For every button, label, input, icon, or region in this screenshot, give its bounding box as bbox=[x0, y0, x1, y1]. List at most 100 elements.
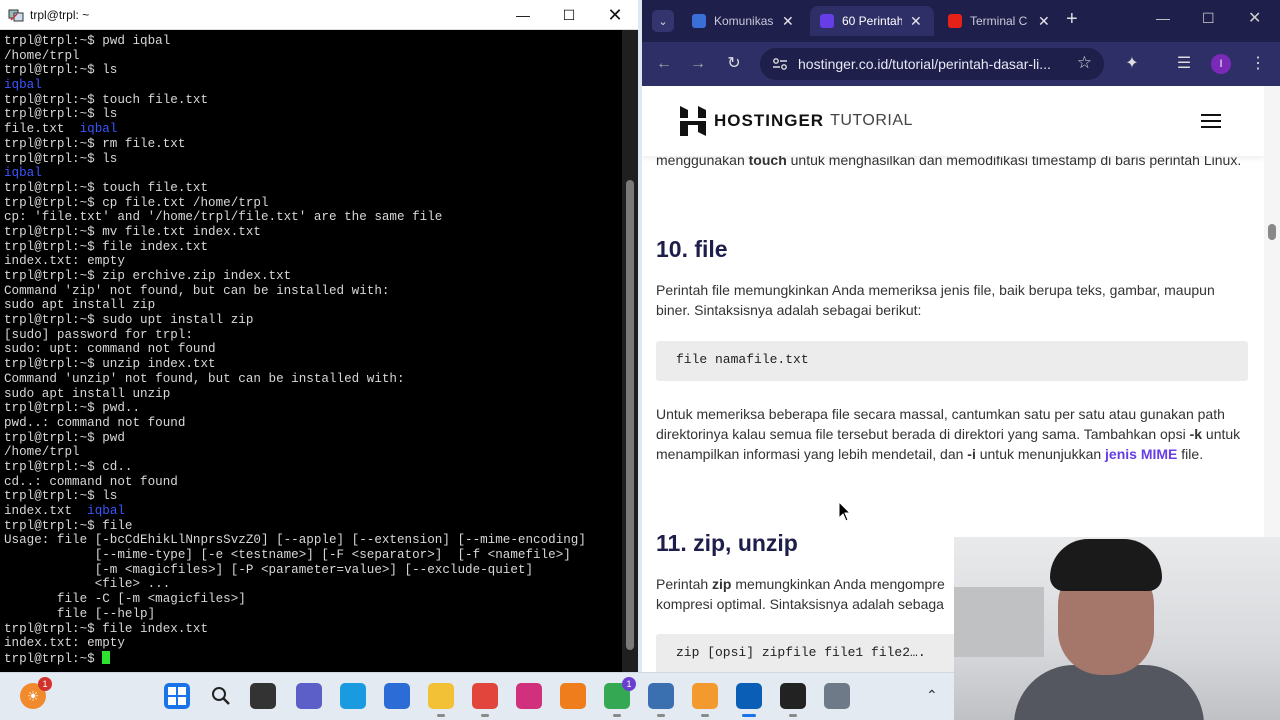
chrome-profile-button[interactable]: 1 bbox=[604, 677, 636, 717]
url-text[interactable]: hostinger.co.id/tutorial/perintah-dasar-… bbox=[798, 56, 1068, 72]
media-control-icon[interactable]: ☰ bbox=[1174, 54, 1194, 74]
xampp-button[interactable] bbox=[560, 683, 586, 709]
tab-search-icon[interactable]: ⌄ bbox=[652, 10, 674, 32]
site-info-icon[interactable] bbox=[772, 57, 788, 71]
terminal-line-text: trpl@trpl:~$ touch file.txt bbox=[4, 92, 209, 107]
task-view-button[interactable] bbox=[250, 683, 276, 709]
browser-tab[interactable]: Komunikasi ✕ bbox=[682, 6, 806, 36]
terminal-scrollbar[interactable] bbox=[622, 30, 638, 672]
terminal-line-text: trpl@trpl:~$ ls bbox=[4, 63, 118, 78]
terminal-line: trpl@trpl:~$ ls bbox=[4, 63, 622, 78]
terminal-line: trpl@trpl:~$ ls bbox=[4, 107, 622, 122]
forward-icon[interactable]: → bbox=[688, 54, 708, 74]
terminal-line-text: trpl@trpl:~$ touch file.txt bbox=[4, 180, 209, 195]
terminal-line-text: [sudo] password for trpl: bbox=[4, 327, 193, 342]
tab-close-icon[interactable]: ✕ bbox=[782, 13, 794, 30]
tray-chevron-icon[interactable]: ⌃ bbox=[926, 687, 938, 704]
terminal-line: index.txt: empty bbox=[4, 636, 622, 651]
terminal-line-text: trpl@trpl:~$ ls bbox=[4, 489, 118, 504]
putty-icon bbox=[8, 9, 24, 22]
zip-text-c: memungkinkan Anda mengompre bbox=[731, 576, 945, 592]
terminal-line-text: index.txt: empty bbox=[4, 636, 125, 651]
terminal-line-text: sudo: upt: command not found bbox=[4, 342, 216, 357]
file-explorer-button[interactable] bbox=[428, 683, 454, 717]
terminal-line: iqbal bbox=[4, 78, 622, 93]
store-button[interactable] bbox=[384, 683, 410, 709]
terminal-line: sudo apt install unzip bbox=[4, 387, 622, 402]
edge-button[interactable] bbox=[340, 683, 366, 709]
obs-button[interactable] bbox=[780, 683, 806, 717]
close-icon[interactable]: ✕ bbox=[592, 0, 638, 30]
bookmark-star-icon[interactable]: ☆ bbox=[1077, 53, 1092, 73]
terminal-line-text: trpl@trpl:~$ sudo upt install zip bbox=[4, 313, 254, 328]
terminal-line: trpl@trpl:~$ cp file.txt /home/trpl bbox=[4, 196, 622, 211]
browser-tab[interactable]: 60 Perintah ✕ bbox=[810, 6, 934, 36]
terminal-line-text: <file> ... bbox=[4, 577, 171, 592]
extensions-icon[interactable]: ✦ bbox=[1122, 54, 1142, 74]
terminal-window[interactable]: trpl@trpl: ~ — ☐ ✕ trpl@trpl:~$ pwd iqba… bbox=[0, 0, 638, 672]
search-button[interactable] bbox=[208, 683, 234, 709]
instagram-button[interactable] bbox=[516, 683, 542, 709]
running-indicator bbox=[701, 714, 709, 717]
browser-tab[interactable]: Terminal C ✕ bbox=[938, 6, 1062, 36]
maximize-icon[interactable]: ☐ bbox=[546, 0, 592, 30]
terminal-line-text: trpl@trpl:~$ file index.txt bbox=[4, 621, 209, 636]
directory-name: iqbal bbox=[79, 122, 118, 137]
terminal-line-text: file [--help] bbox=[4, 606, 156, 621]
maximize-icon[interactable]: ☐ bbox=[1202, 10, 1215, 27]
sublime-button[interactable] bbox=[692, 683, 718, 717]
terminal-line: index.txt: empty bbox=[4, 254, 622, 269]
terminal-scrollbar-thumb[interactable] bbox=[626, 180, 634, 650]
terminal-line: trpl@trpl:~$ file bbox=[4, 519, 622, 534]
terminal-line-text: trpl@trpl:~$ cd.. bbox=[4, 459, 133, 474]
terminal-line: trpl@trpl:~$ ls bbox=[4, 152, 622, 167]
start-button[interactable] bbox=[164, 683, 190, 709]
tab-close-icon[interactable]: ✕ bbox=[1038, 13, 1050, 30]
running-indicator bbox=[742, 714, 756, 717]
settings-button[interactable] bbox=[824, 683, 850, 709]
virtualbox-button[interactable] bbox=[648, 683, 674, 717]
tab-favicon-icon bbox=[820, 14, 834, 28]
close-icon[interactable]: ✕ bbox=[1248, 8, 1261, 28]
teams-button[interactable] bbox=[296, 683, 322, 709]
mime-link[interactable]: jenis MIME bbox=[1105, 446, 1177, 462]
hamburger-menu-icon[interactable] bbox=[1201, 114, 1221, 130]
terminal-line-text: /home/trpl bbox=[4, 445, 80, 460]
tab-close-icon[interactable]: ✕ bbox=[910, 13, 922, 30]
terminal-line-text: trpl@trpl:~$ rm file.txt bbox=[4, 136, 186, 151]
chrome-badge: 1 bbox=[622, 677, 636, 691]
terminal-output[interactable]: trpl@trpl:~$ pwd iqbal/home/trpl trpl@trp… bbox=[0, 30, 622, 672]
new-tab-icon[interactable]: + bbox=[1066, 8, 1078, 31]
terminal-line: trpl@trpl:~$ mv file.txt index.txt bbox=[4, 225, 622, 240]
running-indicator bbox=[789, 714, 797, 717]
terminal-line-text: trpl@trpl:~$ mv file.txt index.txt bbox=[4, 224, 261, 239]
heading-zip: 11. zip, unzip bbox=[656, 530, 798, 556]
terminal-line: trpl@trpl:~$ touch file.txt bbox=[4, 93, 622, 108]
terminal-line: [sudo] password for trpl: bbox=[4, 328, 622, 343]
terminal-cursor bbox=[102, 650, 111, 664]
omnibox[interactable]: hostinger.co.id/tutorial/perintah-dasar-… bbox=[760, 48, 1104, 80]
terminal-line-text: trpl@trpl:~$ unzip index.txt bbox=[4, 357, 216, 372]
menu-kebab-icon[interactable]: ⋮ bbox=[1248, 54, 1268, 74]
page-scrollbar-thumb[interactable] bbox=[1268, 224, 1276, 240]
reload-icon[interactable]: ↻ bbox=[724, 54, 744, 74]
minimize-icon[interactable]: — bbox=[500, 0, 546, 30]
terminal-line: Command 'unzip' not found, but can be in… bbox=[4, 372, 622, 387]
tab-title: Terminal C bbox=[970, 14, 1028, 28]
terminal-titlebar[interactable]: trpl@trpl: ~ — ☐ ✕ bbox=[0, 0, 638, 30]
profile-avatar[interactable]: I bbox=[1211, 54, 1231, 74]
minimize-icon[interactable]: — bbox=[1156, 10, 1170, 26]
running-indicator bbox=[437, 714, 445, 717]
terminal-line-text: iqbal bbox=[4, 78, 42, 93]
chrome-button[interactable] bbox=[472, 683, 498, 717]
terminal-app-button[interactable] bbox=[736, 683, 762, 717]
hostinger-logo[interactable]: HOSTINGER TUTORIAL bbox=[680, 106, 913, 136]
terminal-line-text: cd..: command not found bbox=[4, 474, 178, 489]
terminal-line-text: trpl@trpl:~$ file index.txt bbox=[4, 239, 209, 254]
weather-widget[interactable]: ☀ 1 bbox=[20, 677, 52, 709]
terminal-line: Usage: file [-bcCdEhikLlNnprsSvzZ0] [--a… bbox=[4, 533, 622, 548]
back-icon[interactable]: ← bbox=[654, 54, 674, 74]
p2-text-d: file. bbox=[1177, 446, 1204, 462]
tab-favicon-icon bbox=[948, 14, 962, 28]
terminal-line-text: trpl@trpl:~$ zip erchive.zip index.txt bbox=[4, 269, 292, 283]
